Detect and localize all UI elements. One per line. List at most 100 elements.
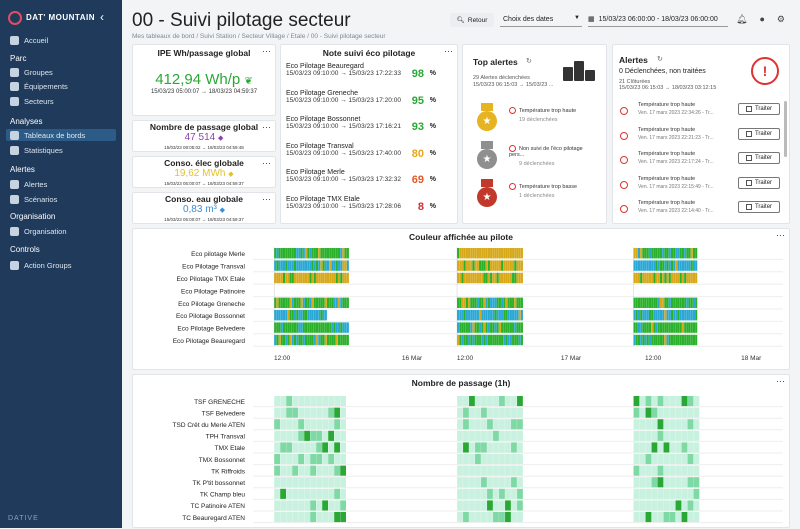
state-cell bbox=[283, 260, 286, 271]
traiter-button[interactable]: Traiter bbox=[738, 152, 780, 164]
count-cell bbox=[328, 430, 334, 441]
sidebar-item-10[interactable]: Scénarios bbox=[10, 193, 57, 205]
count-cell bbox=[322, 419, 328, 430]
state-cell bbox=[668, 272, 671, 284]
count-cell bbox=[657, 454, 664, 465]
sidebar-item-6[interactable]: Tableaux de bords bbox=[6, 129, 116, 141]
top-alert-item[interactable]: Température trop basse 1 déclenchées bbox=[509, 183, 597, 199]
brand-logo[interactable]: DAT' MOUNTAIN bbox=[8, 6, 95, 30]
count-cell bbox=[304, 477, 310, 488]
count-cell bbox=[463, 419, 469, 430]
state-cell bbox=[514, 334, 517, 346]
state-cell bbox=[465, 260, 468, 271]
count-cell bbox=[475, 419, 481, 430]
collapse-sidebar-icon[interactable]: ‹ bbox=[100, 10, 104, 24]
ipe-range: 15/03/23 05:00:07 → 18/03/23 04:59:37 bbox=[150, 89, 258, 95]
refresh-icon[interactable]: ↻ bbox=[657, 55, 663, 63]
state-cell bbox=[659, 260, 663, 271]
count-cell bbox=[481, 488, 487, 499]
state-cell bbox=[472, 310, 475, 321]
percent-icon: % bbox=[429, 123, 436, 130]
row-label: Eco Pilotage Bossonnet bbox=[176, 313, 245, 320]
sidebar-item-14[interactable]: Action Groups bbox=[10, 259, 72, 271]
top-alert-item[interactable]: Non suivi de l'éco pilotage pers... 9 déc… bbox=[509, 145, 597, 167]
sidebar-item-2[interactable]: Groupes bbox=[10, 66, 53, 78]
state-cell bbox=[648, 334, 652, 346]
state-cell bbox=[287, 248, 290, 259]
count-cell bbox=[463, 396, 469, 407]
state-cell bbox=[487, 272, 490, 284]
more-icon[interactable]: ⋯ bbox=[444, 46, 453, 57]
refresh-icon[interactable]: ↻ bbox=[526, 57, 532, 65]
count-cell bbox=[316, 500, 322, 511]
state-cell bbox=[313, 310, 316, 321]
sidebar-item-7[interactable]: Statistiques bbox=[10, 144, 63, 156]
count-cell bbox=[687, 512, 694, 523]
traiter-button[interactable]: Traiter bbox=[738, 103, 780, 115]
bell-icon[interactable]: 🔔︎ bbox=[736, 14, 747, 25]
traiter-button[interactable]: Traiter bbox=[738, 201, 780, 213]
retour-button[interactable]: 🔍︎ Retour bbox=[450, 13, 494, 27]
kpi-value: 47 514 ◆ bbox=[184, 132, 224, 143]
state-cell bbox=[512, 248, 515, 259]
state-cell bbox=[516, 334, 519, 346]
state-cell bbox=[657, 272, 660, 284]
state-cell bbox=[688, 260, 691, 271]
count-cell bbox=[693, 419, 700, 430]
state-cell bbox=[670, 310, 674, 321]
state-cell bbox=[278, 260, 281, 271]
count-cell bbox=[316, 465, 322, 476]
state-cell bbox=[666, 310, 669, 321]
gear-icon[interactable]: ⚙ bbox=[777, 14, 785, 25]
state-cell bbox=[501, 322, 504, 333]
traiter-button[interactable]: Traiter bbox=[738, 127, 780, 140]
count-cell bbox=[340, 430, 346, 441]
state-cell bbox=[294, 260, 297, 271]
state-cell bbox=[688, 310, 691, 321]
count-cell bbox=[280, 407, 286, 418]
sidebar-item-4[interactable]: Secteurs bbox=[10, 95, 54, 107]
count-cell bbox=[274, 454, 280, 465]
count-cell bbox=[334, 477, 340, 488]
count-cell bbox=[505, 488, 511, 499]
state-cell bbox=[644, 334, 647, 346]
breadcrumb[interactable]: Mes tableaux de bord / Suivi Station / S… bbox=[132, 33, 386, 40]
user-icon[interactable]: ● bbox=[759, 14, 764, 25]
more-icon[interactable]: ⋯ bbox=[262, 46, 271, 57]
sidebar-item-0[interactable]: Accueil bbox=[10, 34, 48, 46]
sidebar-item-9[interactable]: Alertes bbox=[10, 178, 47, 190]
count-cell bbox=[469, 407, 475, 418]
top-alertes-title: Top alertes bbox=[473, 57, 518, 67]
count-cell bbox=[457, 454, 463, 465]
state-cell bbox=[509, 260, 512, 271]
x-tick-label: 16 Mar bbox=[402, 355, 423, 362]
count-cell bbox=[304, 500, 310, 511]
date-choice-select[interactable]: Choix des dates ▼ bbox=[500, 12, 582, 27]
state-cell bbox=[331, 322, 334, 333]
count-cell bbox=[310, 512, 316, 523]
state-cell bbox=[333, 260, 336, 271]
state-cell bbox=[686, 334, 689, 346]
state-cell bbox=[646, 260, 649, 271]
state-cell bbox=[684, 248, 687, 259]
state-cell bbox=[503, 334, 506, 346]
sidebar-item-12[interactable]: Organisation bbox=[10, 225, 67, 237]
count-cell bbox=[280, 419, 286, 430]
traiter-button[interactable]: Traiter bbox=[738, 176, 780, 189]
count-cell bbox=[340, 442, 346, 453]
state-cell bbox=[459, 334, 462, 346]
count-cell bbox=[687, 477, 694, 488]
state-cell bbox=[344, 334, 347, 346]
sidebar-item-3[interactable]: Équipements bbox=[10, 80, 68, 92]
state-cell bbox=[498, 334, 501, 346]
state-cell bbox=[291, 334, 294, 346]
alertes-scrollbar[interactable] bbox=[784, 101, 787, 157]
state-cell bbox=[670, 260, 674, 271]
date-range-field[interactable]: ▦ 15/03/23 06:00:00 - 18/03/23 06:00:00 bbox=[588, 12, 728, 27]
state-cell bbox=[695, 260, 698, 271]
state-cell bbox=[646, 322, 649, 333]
state-cell bbox=[686, 322, 689, 333]
count-cell bbox=[517, 488, 523, 499]
count-cell bbox=[340, 454, 346, 465]
top-alert-item[interactable]: Température trop haute 19 déclenchées bbox=[509, 107, 597, 123]
